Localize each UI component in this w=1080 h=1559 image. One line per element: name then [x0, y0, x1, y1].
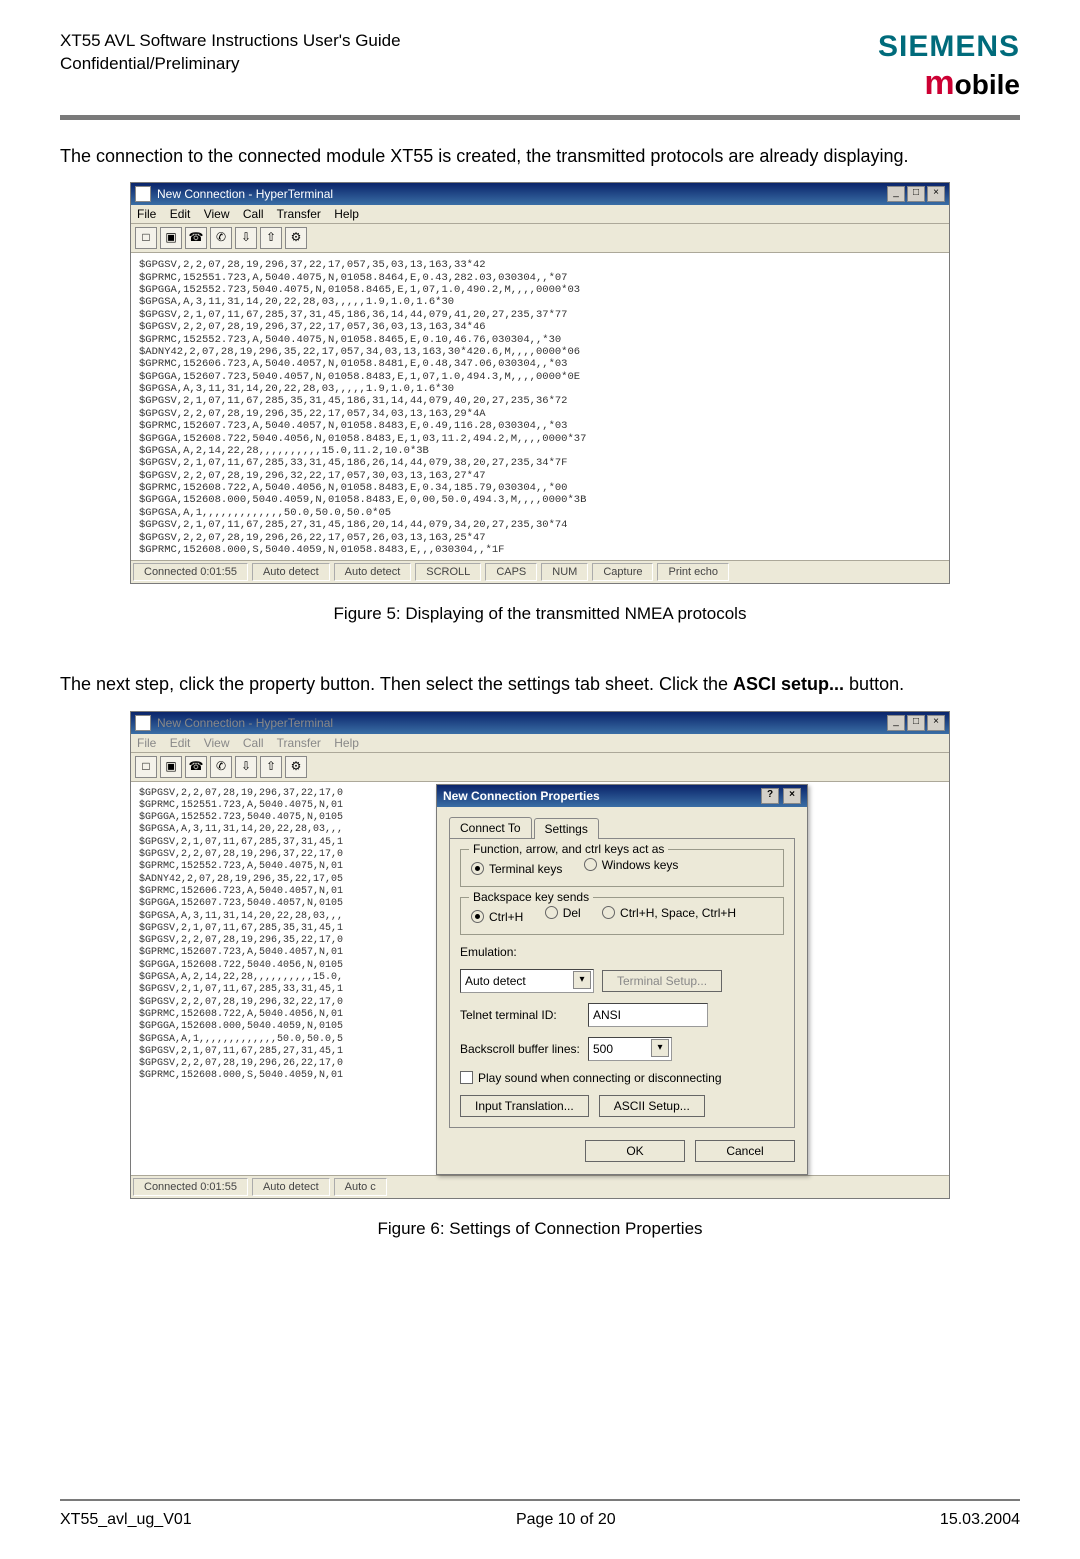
status-autoc: Auto c	[334, 1178, 387, 1196]
toolbar-disconnect-icon[interactable]: ✆	[210, 227, 232, 249]
menu-file[interactable]: File	[137, 207, 156, 221]
brand-mobile: mobile	[878, 64, 1020, 103]
radio-ctrl-h[interactable]: Ctrl+H	[471, 910, 523, 924]
close-button[interactable]: ×	[927, 715, 945, 731]
maximize-button[interactable]: □	[907, 715, 925, 731]
toolbar-connect-icon[interactable]: ☎	[185, 227, 207, 249]
paragraph-1: The connection to the connected module X…	[60, 144, 1020, 168]
label-telnet-id: Telnet terminal ID:	[460, 1008, 580, 1022]
menu-call[interactable]: Call	[243, 207, 264, 221]
header-divider	[60, 115, 1020, 120]
status-connected: Connected 0:01:55	[133, 563, 248, 581]
toolbar-receive-icon[interactable]: ⇧	[260, 756, 282, 778]
input-translation-button[interactable]: Input Translation...	[460, 1095, 589, 1117]
menubar-2: File Edit View Call Transfer Help	[131, 734, 949, 753]
status-num: NUM	[541, 563, 588, 581]
menubar: File Edit View Call Transfer Help	[131, 205, 949, 224]
doc-title-line1: XT55 AVL Software Instructions User's Gu…	[60, 31, 401, 50]
app-icon	[135, 715, 151, 731]
status-caps: CAPS	[485, 563, 537, 581]
status-capture: Capture	[592, 563, 653, 581]
minimize-button[interactable]: _	[887, 715, 905, 731]
screenshot-connection-properties: New Connection - HyperTerminal _ □ × Fil…	[130, 711, 950, 1199]
status-printecho: Print echo	[657, 563, 729, 581]
footer-right: 15.03.2004	[940, 1511, 1020, 1529]
group-function-keys: Function, arrow, and ctrl keys act as	[469, 842, 668, 856]
ok-button[interactable]: OK	[585, 1140, 685, 1162]
toolbar-open-icon[interactable]: ▣	[160, 227, 182, 249]
screenshot-hyperterminal: New Connection - HyperTerminal _ □ × Fil…	[130, 182, 950, 584]
toolbar-new-icon[interactable]: □	[135, 756, 157, 778]
status-autodetect2: Auto detect	[334, 563, 412, 581]
tab-settings[interactable]: Settings	[534, 818, 599, 839]
status-autodetect1: Auto detect	[252, 563, 330, 581]
menu-file: File	[137, 736, 156, 750]
toolbar-send-icon[interactable]: ⇩	[235, 227, 257, 249]
toolbar-new-icon[interactable]: □	[135, 227, 157, 249]
window-titlebar-2: New Connection - HyperTerminal _ □ ×	[131, 712, 949, 734]
status-autodetect-2: Auto detect	[252, 1178, 330, 1196]
dropdown-emulation[interactable]: Auto detect	[460, 969, 594, 993]
paragraph-2: The next step, click the property button…	[60, 672, 1020, 696]
cancel-button[interactable]: Cancel	[695, 1140, 795, 1162]
doc-title-line2: Confidential/Preliminary	[60, 54, 240, 73]
toolbar: □ ▣ ☎ ✆ ⇩ ⇧ ⚙	[131, 224, 949, 253]
toolbar-receive-icon[interactable]: ⇧	[260, 227, 282, 249]
properties-dialog: New Connection Properties ? × Connect To…	[436, 784, 808, 1175]
checkbox-playsound[interactable]: Play sound when connecting or disconnect…	[460, 1071, 722, 1085]
radio-ctrl-h-space[interactable]: Ctrl+H, Space, Ctrl+H	[602, 906, 736, 920]
figure5-caption: Figure 5: Displaying of the transmitted …	[60, 604, 1020, 624]
menu-call: Call	[243, 736, 264, 750]
window-title-2: New Connection - HyperTerminal	[157, 716, 333, 730]
menu-help: Help	[334, 736, 359, 750]
maximize-button[interactable]: □	[907, 186, 925, 202]
group-backspace: Backspace key sends	[469, 890, 593, 904]
nmea-log-truncated: $GPGSV,2,2,07,28,19,296,37,22,17,0 $GPRM…	[139, 788, 432, 1083]
menu-transfer: Transfer	[277, 736, 321, 750]
radio-windows-keys[interactable]: Windows keys	[584, 858, 679, 872]
label-emulation: Emulation:	[460, 945, 580, 959]
dialog-close-button[interactable]: ×	[783, 788, 801, 804]
radio-terminal-keys[interactable]: Terminal keys	[471, 862, 562, 876]
toolbar-send-icon[interactable]: ⇩	[235, 756, 257, 778]
terminal-setup-button: Terminal Setup...	[602, 970, 722, 992]
input-backscroll[interactable]: 500	[588, 1037, 672, 1061]
input-telnet-id[interactable]: ANSI	[588, 1003, 708, 1027]
brand-siemens: SIEMENS	[878, 30, 1020, 64]
nmea-log: $GPGSV,2,2,07,28,19,296,37,22,17,057,35,…	[139, 259, 941, 556]
window-title: New Connection - HyperTerminal	[157, 187, 333, 201]
app-icon	[135, 186, 151, 202]
ascii-setup-button[interactable]: ASCII Setup...	[599, 1095, 705, 1117]
label-backscroll: Backscroll buffer lines:	[460, 1042, 580, 1056]
menu-help[interactable]: Help	[334, 207, 359, 221]
menu-view[interactable]: View	[204, 207, 230, 221]
status-scroll: SCROLL	[415, 563, 481, 581]
toolbar-disconnect-icon[interactable]: ✆	[210, 756, 232, 778]
window-titlebar: New Connection - HyperTerminal _ □ ×	[131, 183, 949, 205]
menu-edit: Edit	[170, 736, 191, 750]
statusbar-2: Connected 0:01:55 Auto detect Auto c	[131, 1175, 949, 1198]
toolbar-connect-icon[interactable]: ☎	[185, 756, 207, 778]
toolbar-2: □ ▣ ☎ ✆ ⇩ ⇧ ⚙	[131, 753, 949, 782]
footer-left: XT55_avl_ug_V01	[60, 1511, 192, 1529]
statusbar: Connected 0:01:55 Auto detect Auto detec…	[131, 560, 949, 583]
terminal-left-pane: $GPGSV,2,2,07,28,19,296,37,22,17,0 $GPRM…	[131, 782, 436, 1175]
minimize-button[interactable]: _	[887, 186, 905, 202]
dialog-title: New Connection Properties	[443, 789, 600, 803]
radio-del[interactable]: Del	[545, 906, 581, 920]
toolbar-properties-icon[interactable]: ⚙	[285, 756, 307, 778]
toolbar-properties-icon[interactable]: ⚙	[285, 227, 307, 249]
terminal-body: $GPGSV,2,2,07,28,19,296,37,22,17,057,35,…	[131, 253, 949, 560]
menu-transfer[interactable]: Transfer	[277, 207, 321, 221]
menu-edit[interactable]: Edit	[170, 207, 191, 221]
footer-center: Page 10 of 20	[516, 1511, 616, 1529]
close-button[interactable]: ×	[927, 186, 945, 202]
toolbar-open-icon[interactable]: ▣	[160, 756, 182, 778]
tab-connect-to[interactable]: Connect To	[449, 817, 532, 838]
dialog-titlebar: New Connection Properties ? ×	[437, 785, 807, 807]
figure6-caption: Figure 6: Settings of Connection Propert…	[60, 1219, 1020, 1239]
menu-view: View	[204, 736, 230, 750]
status-connected-2: Connected 0:01:55	[133, 1178, 248, 1196]
dialog-help-button[interactable]: ?	[761, 788, 779, 804]
